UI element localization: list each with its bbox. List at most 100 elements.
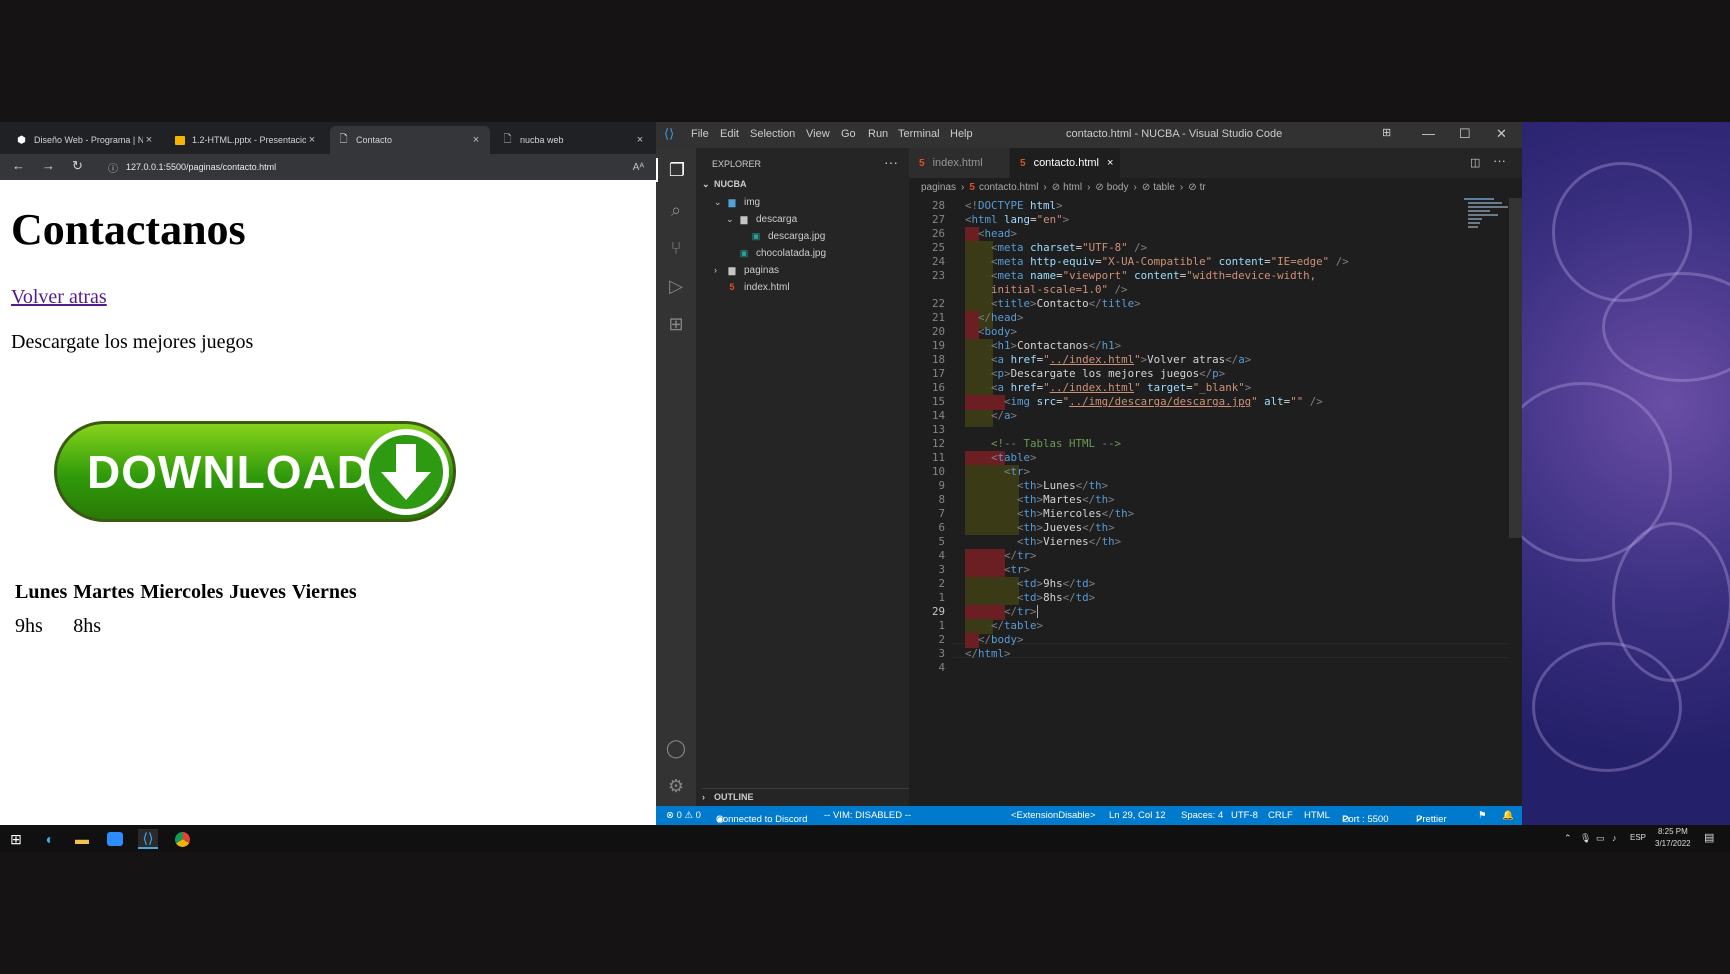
microphone-icon[interactable]: 🎙 — [1580, 833, 1591, 844]
table-header-cell: Jueves — [229, 581, 286, 603]
tree-item-index-html[interactable]: 5 index.html — [726, 279, 789, 295]
chevron-right-icon: › — [961, 181, 965, 193]
table-cell: 9hs — [15, 615, 43, 637]
notifications-icon[interactable]: 🔔 — [1502, 810, 1514, 821]
encoding-status[interactable]: UTF-8 — [1231, 810, 1258, 821]
file-explorer-icon[interactable]: ▬ — [72, 829, 92, 849]
code-line: </tr> — [1004, 549, 1037, 562]
menu-selection[interactable]: Selection — [750, 128, 795, 140]
close-icon[interactable]: × — [1107, 157, 1113, 169]
menu-edit[interactable]: Edit — [720, 128, 739, 140]
eol-status[interactable]: CRLF — [1268, 810, 1293, 821]
clock-date[interactable]: 3/17/2022 — [1655, 839, 1691, 848]
more-actions-icon[interactable]: ··· — [884, 154, 898, 170]
explorer-icon[interactable]: ❐ — [656, 158, 696, 182]
network-icon[interactable]: ▭ — [1596, 833, 1605, 844]
tray-chevron-icon[interactable]: ⌃ — [1564, 833, 1572, 844]
reload-icon[interactable]: ↻ — [72, 158, 83, 174]
run-debug-icon[interactable]: ▷ — [664, 274, 688, 298]
volume-icon[interactable]: ♪ — [1612, 833, 1617, 843]
activity-bar: ❐ ⌕ ⑂ ▷ ⊞ ◯ ⚙ — [656, 148, 696, 806]
back-link[interactable]: Volver atras — [11, 286, 107, 309]
input-language[interactable]: ESP — [1630, 833, 1646, 842]
action-center-icon[interactable]: ▤ — [1704, 831, 1714, 844]
more-actions-icon[interactable]: ··· — [1493, 153, 1506, 168]
editor-scrollbar[interactable] — [1509, 198, 1522, 538]
breadcrumb-item[interactable]: table — [1153, 182, 1175, 193]
browser-tab-diseno-web[interactable]: ⬢ Diseño Web - Programa | NUCB × — [8, 126, 163, 154]
outline-section[interactable]: › OUTLINE — [702, 788, 909, 804]
cursor-position[interactable]: Ln 29, Col 12 — [1109, 810, 1166, 821]
line-number: 28 — [931, 199, 945, 212]
breadcrumb-item[interactable]: paginas — [921, 182, 956, 193]
minimize-icon[interactable]: — — [1422, 126, 1435, 141]
breadcrumb-item[interactable]: html — [1063, 182, 1082, 193]
layout-icon[interactable]: ⊞ — [1382, 126, 1391, 139]
tree-item-img[interactable]: ⌄ ▆ img — [714, 194, 760, 210]
feedback-icon[interactable]: ⚑ — [1478, 810, 1487, 821]
line-number: 24 — [931, 255, 945, 268]
menu-file[interactable]: File — [691, 128, 709, 140]
editor-tab-contacto-html[interactable]: 5 contacto.html × — [1010, 148, 1120, 178]
problems-indicator[interactable]: ⊗ 0 ⚠ 0 — [666, 810, 701, 821]
breadcrumb-item[interactable]: tr — [1200, 182, 1206, 193]
title-bar: ⟨⟩ File Edit Selection View Go Run Termi… — [656, 122, 1522, 148]
browser-tab-presentation[interactable]: 1.2-HTML.pptx - Presentacione × — [166, 126, 326, 154]
download-image-link[interactable]: DOWNLOAD — [54, 421, 456, 522]
code-line: <img src="../img/descarga/descarga.jpg" … — [1004, 395, 1323, 408]
source-control-icon[interactable]: ⑂ — [664, 236, 688, 260]
search-icon[interactable]: ⌕ — [664, 198, 688, 222]
browser-tab-contacto[interactable]: 🗋 Contacto × — [330, 126, 490, 154]
code-line: <tr> — [1004, 563, 1031, 576]
download-arrow-icon — [363, 429, 449, 515]
edge-icon[interactable]: ◐ — [40, 829, 60, 849]
extensions-icon[interactable]: ⊞ — [664, 312, 688, 336]
editor-tab-index-html[interactable]: 5 index.html — [909, 148, 1009, 178]
split-editor-icon[interactable]: ◫ — [1470, 156, 1480, 169]
tree-item-descarga-jpg[interactable]: ▣ descarga.jpg — [750, 228, 826, 244]
settings-gear-icon[interactable]: ⚙ — [664, 774, 688, 798]
close-icon[interactable]: × — [470, 134, 482, 146]
close-window-icon[interactable]: ✕ — [1496, 126, 1507, 142]
read-aloud-icon[interactable]: Aᴬ — [633, 162, 644, 173]
breadcrumb-item[interactable]: contacto.html — [979, 182, 1038, 193]
menu-go[interactable]: Go — [841, 128, 856, 140]
account-icon[interactable]: ◯ — [664, 736, 688, 760]
code-editor[interactable]: 28 27 26 25 24 23 22 21 20 19 18 17 16 15 14 13 12 11 10 9 8… — [909, 198, 1522, 728]
menu-run[interactable]: Run — [868, 128, 888, 140]
tree-item-paginas[interactable]: › ▆ paginas — [714, 262, 779, 278]
close-icon[interactable]: × — [634, 134, 646, 146]
language-mode[interactable]: HTML — [1304, 810, 1330, 821]
chrome-icon[interactable] — [172, 829, 192, 849]
html-file-icon: 5 — [729, 282, 735, 292]
indentation-status[interactable]: Spaces: 4 — [1181, 810, 1223, 821]
browser-tab-nucba-web[interactable]: 🗋 nucba web × — [494, 126, 654, 154]
windows-start-icon[interactable]: ⊞ — [6, 829, 26, 849]
vscode-taskbar-icon[interactable]: ⟨⟩ — [138, 829, 158, 849]
close-icon[interactable]: × — [143, 134, 155, 146]
back-arrow-icon[interactable]: ← — [12, 158, 25, 173]
address-bar[interactable]: ⓘ 127.0.0.1:5500/paginas/contacto.html A… — [100, 157, 650, 177]
editor-tab-label: index.html — [932, 157, 983, 169]
menu-view[interactable]: View — [806, 128, 830, 140]
image-file-icon: ▣ — [751, 230, 761, 241]
tree-item-label: descarga.jpg — [768, 230, 826, 242]
close-icon[interactable]: × — [306, 134, 318, 146]
zoom-icon[interactable] — [105, 829, 125, 849]
line-number: 29 — [931, 605, 945, 618]
tree-item-chocolatada-jpg[interactable]: ▣ chocolatada.jpg — [738, 245, 826, 261]
clock-time[interactable]: 8:25 PM — [1658, 827, 1688, 836]
code-line: <p>Descargate los mejores juegos</p> — [991, 367, 1226, 380]
extension-status[interactable]: <ExtensionDisable> — [1011, 810, 1096, 821]
breadcrumb-item[interactable]: body — [1107, 182, 1129, 193]
forward-arrow-icon[interactable]: → — [42, 158, 55, 173]
explorer-root-nucba[interactable]: ⌄ NUCBA — [702, 176, 747, 192]
info-icon[interactable]: ⓘ — [108, 160, 118, 175]
minimap[interactable] — [1464, 198, 1512, 238]
menu-terminal[interactable]: Terminal — [898, 128, 940, 140]
schedule-table: Lunes Martes Miercoles Jueves Viernes 9h… — [11, 578, 361, 641]
tree-item-descarga[interactable]: ⌄ ▆ descarga — [726, 211, 797, 227]
menu-help[interactable]: Help — [950, 128, 973, 140]
maximize-icon[interactable]: ☐ — [1459, 126, 1471, 142]
folder-open-icon: ▆ — [740, 213, 748, 224]
